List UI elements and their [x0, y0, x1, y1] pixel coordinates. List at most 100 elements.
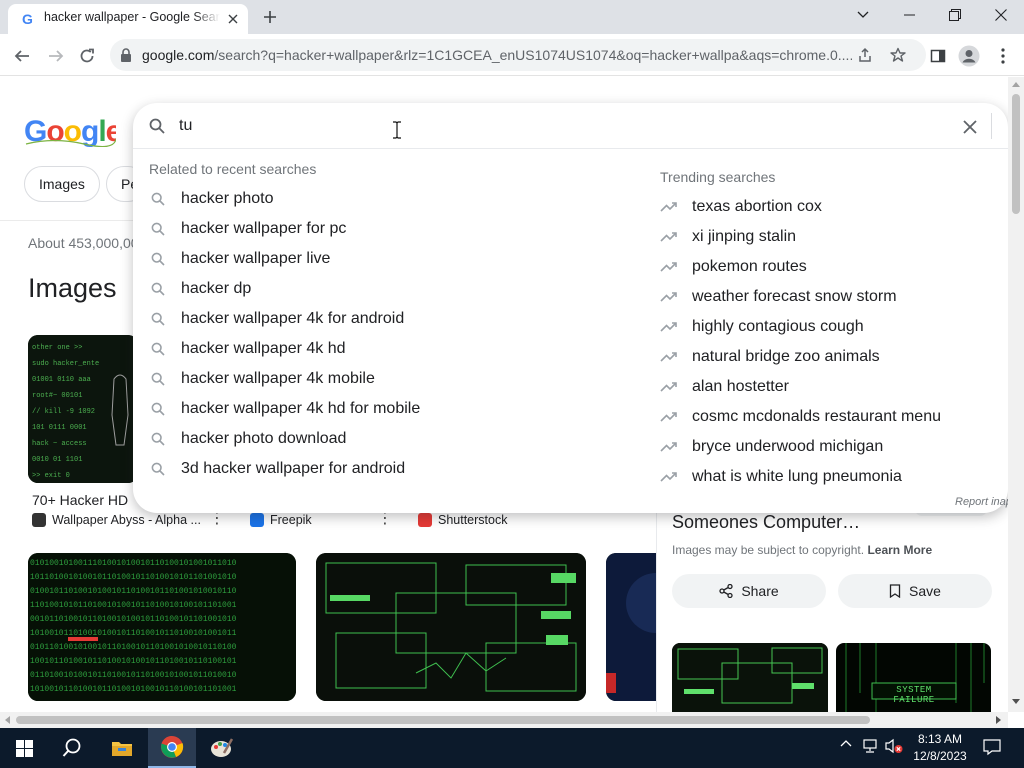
image-thumbnail[interactable]: other one >> sudo hacker_ente 01001 0110 … — [28, 335, 138, 483]
text-cursor-icon — [391, 121, 403, 139]
related-suggestion[interactable]: hacker wallpaper 4k hd — [149, 334, 619, 364]
results-count: About 453,000,00 — [28, 235, 139, 251]
related-suggestion[interactable]: hacker wallpaper live — [149, 244, 619, 274]
file-explorer-icon[interactable] — [98, 728, 146, 768]
related-suggestion[interactable]: hacker photo download — [149, 424, 619, 454]
system-clock[interactable]: 8:13 AM 12/8/2023 — [908, 731, 972, 765]
trending-suggestion[interactable]: texas abortion cox — [660, 192, 1000, 222]
learn-more-link[interactable]: Learn More — [867, 543, 932, 557]
related-suggestion[interactable]: hacker wallpaper 4k for android — [149, 304, 619, 334]
image-thumbnail[interactable] — [606, 553, 656, 701]
profile-icon[interactable] — [956, 43, 982, 69]
trending-suggestion[interactable]: alan hostetter — [660, 372, 1000, 402]
tab-strip: G hacker wallpaper - Google Search — [0, 0, 1024, 34]
suggestion-text: highly contagious cough — [692, 318, 864, 335]
trending-suggestion[interactable]: what is white lung pneumonia — [660, 462, 1000, 492]
chrome-icon[interactable] — [148, 728, 196, 768]
close-icon[interactable] — [978, 0, 1024, 30]
trending-suggestion[interactable]: highly contagious cough — [660, 312, 1000, 342]
trending-suggestion[interactable]: cosmc mcdonalds restaurant menu — [660, 402, 1000, 432]
chevron-up-icon[interactable] — [840, 739, 852, 747]
save-button[interactable]: Save — [838, 574, 992, 608]
scroll-right-icon[interactable] — [996, 716, 1001, 724]
svg-text:011010010100101101001011010010: 0110100101001011010010110100101001011010… — [30, 671, 237, 680]
trending-suggestion[interactable]: weather forecast snow storm — [660, 282, 1000, 312]
trending-suggestion[interactable]: natural bridge zoo animals — [660, 342, 1000, 372]
suggestion-text: hacker wallpaper 4k mobile — [181, 370, 375, 387]
related-suggestion[interactable]: hacker photo — [149, 184, 619, 214]
related-suggestion[interactable]: hacker wallpaper 4k hd for mobile — [149, 394, 619, 424]
share-icon — [719, 584, 733, 598]
scrollbar-thumb[interactable] — [1012, 94, 1020, 214]
more-options-icon[interactable]: ⋮ — [209, 511, 225, 527]
related-suggestion[interactable]: hacker wallpaper 4k mobile — [149, 364, 619, 394]
horizontal-scrollbar[interactable] — [0, 712, 1008, 728]
lock-icon[interactable] — [120, 48, 132, 62]
related-image-thumbnail[interactable] — [672, 643, 828, 712]
back-icon[interactable] — [9, 43, 35, 69]
google-g-icon: G — [20, 11, 36, 27]
share-button[interactable]: Share — [672, 574, 826, 608]
trending-suggestion[interactable]: xi jinping stalin — [660, 222, 1000, 252]
images-heading: Images — [28, 273, 117, 303]
search-icon[interactable] — [48, 728, 96, 768]
tab-title: hacker wallpaper - Google Search — [44, 10, 220, 24]
paint-icon[interactable] — [198, 728, 246, 768]
url-text[interactable]: google.com/search?q=hacker+wallpaper&rlz… — [142, 47, 852, 63]
browser-tab[interactable]: G hacker wallpaper - Google Search — [8, 4, 248, 34]
trending-suggestion[interactable]: pokemon routes — [660, 252, 1000, 282]
side-panel-title[interactable]: Someones Computer… — [672, 512, 860, 533]
image-source[interactable]: Freepik — [250, 513, 360, 527]
chevron-down-icon[interactable] — [840, 0, 886, 30]
tab-close-icon[interactable] — [224, 10, 242, 28]
new-tab-icon[interactable] — [258, 6, 282, 28]
image-source[interactable]: Wallpaper Abyss - Alpha ... — [32, 513, 222, 527]
source-label: Freepik — [270, 513, 312, 527]
image-source[interactable]: Shutterstock — [418, 513, 538, 527]
suggestion-text: alan hostetter — [692, 378, 789, 395]
scroll-down-icon[interactable] — [1012, 699, 1020, 704]
suggestion-text: hacker photo — [181, 190, 274, 207]
svg-text:other one >>: other one >> — [32, 344, 82, 352]
search-input[interactable] — [179, 114, 879, 138]
notification-icon[interactable] — [983, 738, 1001, 756]
side-panel-icon[interactable] — [925, 43, 951, 69]
clear-search-icon[interactable] — [959, 116, 981, 138]
svg-text:G: G — [22, 11, 33, 27]
suggestion-text: 3d hacker wallpaper for android — [181, 460, 406, 477]
address-bar[interactable]: google.com/search?q=hacker+wallpaper&rlz… — [110, 39, 926, 71]
volume-muted-icon[interactable] — [884, 738, 904, 754]
image-thumbnail[interactable] — [316, 553, 586, 701]
vertical-scrollbar[interactable] — [1008, 77, 1024, 712]
related-suggestion[interactable]: hacker dp — [149, 274, 619, 304]
shutterstock-icon — [418, 513, 432, 527]
trending-arrow-icon — [660, 351, 678, 363]
scroll-left-icon[interactable] — [5, 716, 10, 724]
reload-icon[interactable] — [74, 43, 100, 69]
related-image-thumbnail[interactable]: SYSTEM FAILURE — [836, 643, 991, 712]
scrollbar-thumb[interactable] — [16, 716, 870, 724]
related-suggestion[interactable]: 3d hacker wallpaper for android — [149, 454, 619, 484]
related-suggestion[interactable]: hacker wallpaper for pc — [149, 214, 619, 244]
search-box[interactable] — [133, 103, 1008, 149]
more-options-icon[interactable]: ⋮ — [377, 511, 393, 527]
star-icon[interactable] — [889, 46, 907, 64]
share-icon[interactable] — [856, 46, 874, 64]
chip-images[interactable]: Images — [24, 166, 100, 202]
clock-time: 8:13 AM — [917, 732, 963, 746]
trending-arrow-icon — [660, 261, 678, 273]
minimize-icon[interactable] — [886, 0, 932, 30]
image-thumbnail[interactable]: 0101001010011101001010010110100101001011… — [28, 553, 296, 701]
search-icon — [149, 312, 167, 326]
svg-text:// kill -9 1092: // kill -9 1092 — [32, 408, 95, 416]
windows-start-icon[interactable] — [0, 728, 48, 768]
network-icon[interactable] — [862, 738, 880, 754]
trending-suggestion[interactable]: bryce underwood michigan — [660, 432, 1000, 462]
forward-icon[interactable] — [43, 43, 69, 69]
menu-icon[interactable] — [990, 43, 1016, 69]
report-link[interactable]: Report inap — [955, 496, 1012, 508]
restore-icon[interactable] — [932, 0, 978, 30]
google-doodle-logo[interactable]: Google — [24, 113, 116, 147]
scroll-up-icon[interactable] — [1012, 82, 1020, 87]
svg-text:001011010010110100101001011010: 0010110100101101001010010110100101101001… — [30, 615, 237, 624]
